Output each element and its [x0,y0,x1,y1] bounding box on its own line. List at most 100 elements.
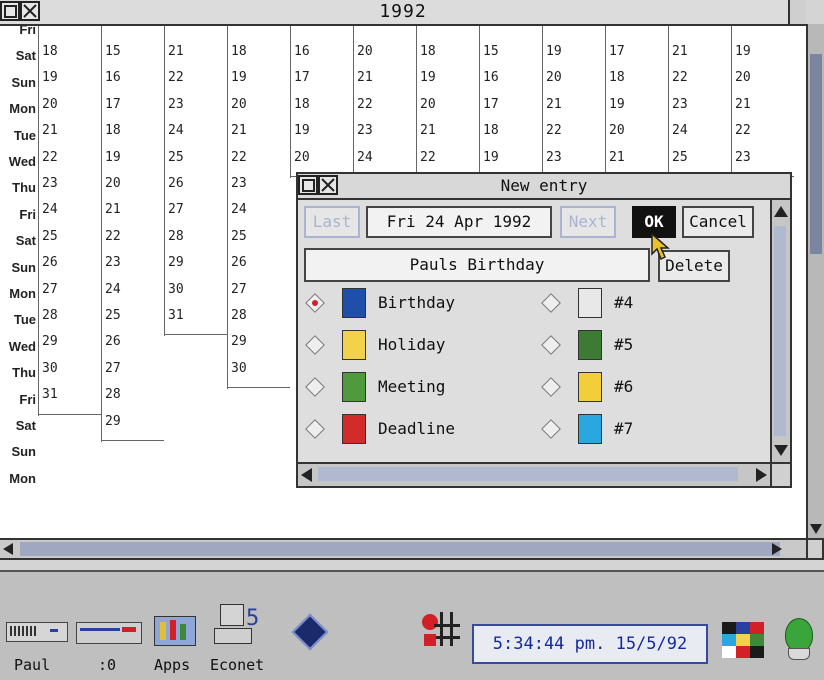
date-cell[interactable]: 15 [483,44,499,59]
scroll-left-icon[interactable] [301,468,312,482]
clock-display[interactable]: 5:34:44 pm. 15/5/92 [472,624,708,664]
scroll-down-icon[interactable] [774,445,788,456]
month-column[interactable]: 18 19 20 21 22 23 24 25 26 27 28 29 30 31 [38,26,101,416]
date-cell[interactable]: 22 [231,150,247,165]
date-cell[interactable]: 22 [357,97,373,112]
date-cell[interactable]: 23 [42,176,58,191]
category-color-swatch[interactable] [578,372,602,402]
date-cell[interactable]: 16 [294,44,310,59]
date-cell[interactable]: 21 [546,97,562,112]
cancel-button[interactable]: Cancel [682,206,754,238]
date-cell[interactable]: 21 [735,97,751,112]
date-cell[interactable]: 30 [231,361,247,376]
date-cell[interactable]: 20 [420,97,436,112]
date-cell[interactable]: 28 [42,308,58,323]
date-field[interactable]: Fri 24 Apr 1992 [366,206,552,238]
date-cell[interactable]: 26 [168,176,184,191]
date-cell[interactable]: 20 [42,97,58,112]
date-cell[interactable]: 19 [483,150,499,165]
date-cell[interactable]: 23 [231,176,247,191]
date-cell[interactable]: 24 [357,150,373,165]
month-column[interactable]: 16 17 18 19 20 [290,26,353,178]
date-cell[interactable]: 17 [609,44,625,59]
date-cell[interactable]: 23 [672,97,688,112]
date-cell[interactable]: 23 [168,97,184,112]
date-cell[interactable]: 22 [168,70,184,85]
horizontal-scroll-thumb[interactable] [318,467,738,481]
date-cell[interactable]: 19 [420,70,436,85]
date-cell[interactable]: 15 [105,44,121,59]
date-cell[interactable]: 21 [42,123,58,138]
month-column[interactable]: 21 22 23 24 25 [668,26,731,178]
date-cell[interactable]: 24 [672,123,688,138]
date-cell[interactable]: 24 [105,282,121,297]
date-cell[interactable]: 29 [105,414,121,429]
date-cell[interactable]: 25 [168,150,184,165]
econet-icon[interactable]: 5 [214,602,262,648]
date-cell[interactable]: 23 [546,150,562,165]
date-cell[interactable]: 23 [735,150,751,165]
month-column[interactable]: 17 18 19 20 21 [605,26,668,178]
date-cell[interactable]: 31 [42,387,58,402]
category-radio[interactable] [305,419,325,439]
date-cell[interactable]: 22 [105,229,121,244]
category-radio[interactable] [305,377,325,397]
date-cell[interactable]: 19 [609,97,625,112]
date-cell[interactable]: 27 [42,282,58,297]
date-cell[interactable]: 22 [735,123,751,138]
task-manager-icon[interactable] [290,612,329,651]
date-cell[interactable]: 20 [231,97,247,112]
category-color-swatch[interactable] [342,330,366,360]
scroll-right-icon[interactable] [772,543,782,555]
scroll-down-icon[interactable] [810,524,822,534]
apps-icon[interactable] [152,610,196,648]
date-cell[interactable]: 16 [105,70,121,85]
date-cell[interactable]: 22 [672,70,688,85]
resize-icon[interactable] [770,462,790,486]
month-column[interactable]: 21 22 23 24 25 26 27 28 29 30 31 [164,26,227,337]
scroll-left-icon[interactable] [3,543,13,555]
date-cell[interactable]: 21 [609,150,625,165]
calendar-titlebar[interactable]: 1992 [0,0,806,26]
date-cell[interactable]: 22 [420,150,436,165]
date-cell[interactable]: 23 [357,123,373,138]
toggle-size-icon[interactable] [788,0,806,24]
date-cell[interactable]: 25 [42,229,58,244]
month-column[interactable]: 18 19 20 21 22 [416,26,479,178]
date-cell[interactable]: 20 [357,44,373,59]
category-color-swatch[interactable] [342,288,366,318]
date-cell[interactable]: 21 [357,70,373,85]
category-color-swatch[interactable] [578,414,602,444]
date-cell[interactable]: 17 [105,97,121,112]
date-cell[interactable]: 18 [483,123,499,138]
date-cell[interactable]: 20 [105,176,121,191]
date-cell[interactable]: 18 [105,123,121,138]
scroll-right-icon[interactable] [756,468,767,482]
month-column[interactable]: 15 16 17 18 19 20 21 22 23 24 25 26 27 28 29 [101,26,164,442]
date-cell[interactable]: 26 [231,255,247,270]
date-cell[interactable]: 27 [105,361,121,376]
vertical-scroll-thumb[interactable] [810,54,822,254]
date-cell[interactable]: 25 [105,308,121,323]
entry-text-input[interactable]: Pauls Birthday [304,248,650,282]
date-cell[interactable]: 21 [105,202,121,217]
scroll-up-icon[interactable] [774,206,788,217]
date-cell[interactable]: 19 [294,123,310,138]
date-cell[interactable]: 21 [168,44,184,59]
next-button[interactable]: Next [560,206,616,238]
month-column[interactable]: 20 21 22 23 24 [353,26,416,178]
date-cell[interactable]: 22 [42,150,58,165]
month-column[interactable]: 18 19 20 21 22 23 24 25 26 27 28 29 30 [227,26,290,390]
category-radio[interactable] [305,293,325,313]
date-cell[interactable]: 21 [420,123,436,138]
date-cell[interactable]: 27 [168,202,184,217]
date-cell[interactable]: 23 [105,255,121,270]
date-cell[interactable]: 19 [546,44,562,59]
date-cell[interactable]: 18 [294,97,310,112]
date-cell[interactable]: 25 [231,229,247,244]
month-column[interactable]: 19 20 21 22 23 [542,26,605,178]
category-color-swatch[interactable] [342,372,366,402]
date-cell[interactable]: 19 [735,44,751,59]
date-cell[interactable]: 20 [609,123,625,138]
date-cell[interactable]: 20 [294,150,310,165]
